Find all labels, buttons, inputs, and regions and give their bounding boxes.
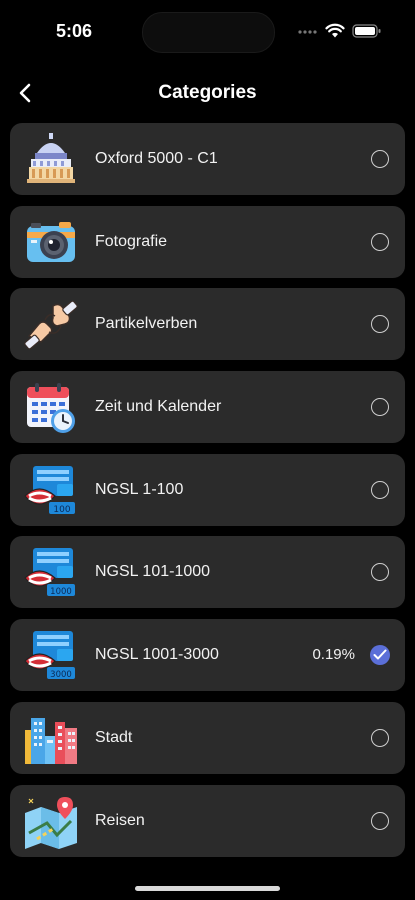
capitol-building-icon [27,133,75,183]
ngsl-badge-text: 100 [53,505,70,515]
category-label: Stadt [95,728,133,746]
navigation-bar: Categories [0,70,415,116]
ngsl-mouth-speech-icon: 1000 [24,548,75,597]
status-bar: 5:06 [0,0,415,60]
radio-unselected[interactable] [371,728,389,747]
category-row-partikelverben[interactable]: Partikelverben [10,288,405,361]
radio-unselected[interactable] [371,150,389,168]
progress-percent: 0.19% [312,646,355,664]
calendar-clock-icon [27,383,75,434]
category-row-stadt[interactable]: Stadt [10,701,405,774]
radio-unselected[interactable] [371,315,389,334]
category-label: NGSL 1-100 [95,480,184,498]
ngsl-mouth-speech-icon: 100 [24,465,75,515]
sign-language-hands-icon [24,301,78,350]
status-time: 5:06 [56,21,93,41]
category-label: Fotografie [95,232,168,250]
checkmark-icon [373,649,387,660]
category-list: Oxford 5000 - C1 Fotografie Partikelverb… [10,123,405,867]
travel-map-icon [25,796,77,849]
category-label: Reisen [95,811,145,829]
ngsl-badge-text: 1000 [50,587,72,597]
ngsl-badge-text: 3000 [50,670,72,680]
signal-icon [298,30,317,34]
wifi-icon [325,23,345,38]
radio-unselected[interactable] [371,811,389,830]
radio-unselected[interactable] [371,232,389,251]
battery-icon [352,24,381,38]
category-row-ngsl-1001-3000[interactable]: 3000 NGSL 1001-3000 0.19% [10,619,405,692]
category-row-ngsl-101-1000[interactable]: 1000 NGSL 101-1000 [10,536,405,609]
page-title: Categories [158,82,257,103]
category-row-fotografie[interactable]: Fotografie [10,205,405,278]
city-buildings-icon [25,717,77,764]
category-row-zeit-und-kalender[interactable]: Zeit und Kalender [10,371,405,444]
radio-unselected[interactable] [371,563,389,582]
category-row-reisen[interactable]: Reisen [10,784,405,857]
category-label: Oxford 5000 - C1 [95,150,218,167]
radio-unselected[interactable] [371,398,389,417]
dynamic-island [142,12,275,53]
radio-selected-checkmark-icon[interactable] [370,645,390,666]
category-label: NGSL 1001-3000 [95,646,219,664]
ngsl-mouth-speech-icon: 3000 [24,631,75,680]
category-label: NGSL 101-1000 [95,563,211,581]
category-label: Partikelverben [95,315,198,333]
category-row-ngsl-1-100[interactable]: 100 NGSL 1-100 [10,453,405,526]
radio-unselected[interactable] [371,480,389,499]
home-indicator [135,886,280,891]
category-row-oxford-5000-c1[interactable]: Oxford 5000 - C1 [10,123,405,195]
category-label: Zeit und Kalender [95,398,222,416]
camera-icon [27,221,75,262]
